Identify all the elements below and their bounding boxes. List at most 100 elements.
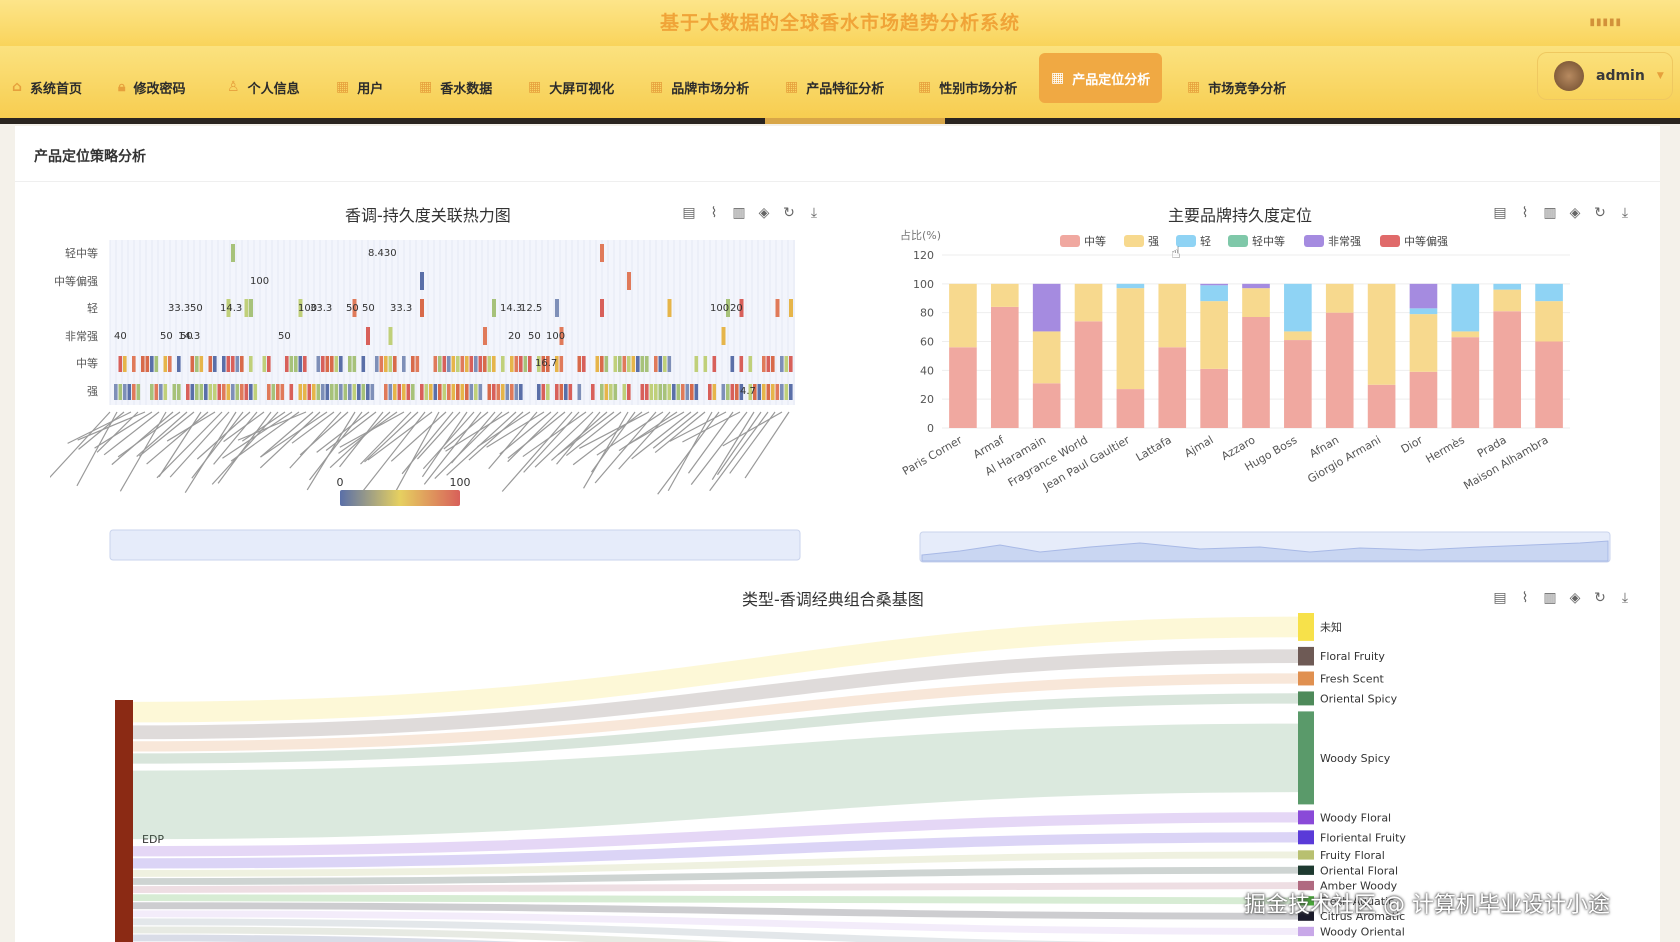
heat-cell	[294, 356, 298, 372]
stack-icon[interactable]: ◈	[757, 205, 771, 221]
nav-home[interactable]: ⌂ 系统首页	[12, 76, 82, 98]
heat-cell	[321, 384, 325, 400]
heatmap-toolbox: ▤ ⌇ ▥ ◈ ↻ ⤓	[682, 205, 821, 221]
heat-cell	[708, 384, 712, 400]
heat-cell	[222, 384, 226, 400]
stack-icon[interactable]: ◈	[1568, 205, 1582, 221]
heat-cell	[618, 356, 622, 372]
sankey-target-node	[1298, 691, 1314, 706]
refresh-icon[interactable]: ↻	[1593, 205, 1607, 221]
nav-product-features[interactable]: ▦ 产品特征分析	[785, 76, 884, 98]
sankey-target-node	[1298, 865, 1314, 875]
document-icon[interactable]: ▤	[682, 205, 696, 221]
chevron-down-icon: ▼	[1656, 71, 1664, 81]
heat-cell	[159, 384, 163, 400]
heat-cell	[456, 356, 460, 372]
heat-cell	[384, 356, 388, 372]
x-tick-label-ink	[422, 411, 475, 470]
heat-value-label: 14.3	[178, 331, 200, 342]
heat-cell	[163, 356, 168, 372]
download-icon[interactable]: ⤓	[807, 205, 821, 221]
heat-cell	[676, 384, 681, 400]
nav-market-competition[interactable]: ▦ 市场竞争分析	[1187, 76, 1286, 98]
line-chart-icon[interactable]: ⌇	[1518, 590, 1532, 606]
page-title: 产品定位策略分析	[34, 149, 146, 165]
bar-segment	[949, 283, 977, 348]
heat-cell	[195, 384, 199, 400]
line-chart-icon[interactable]: ⌇	[707, 205, 721, 221]
heat-cell	[730, 356, 735, 372]
bar-chart-icon[interactable]: ▥	[1543, 205, 1557, 221]
download-icon[interactable]: ⤓	[1618, 205, 1632, 221]
line-chart-icon[interactable]: ⌇	[1518, 205, 1532, 221]
heat-cell	[762, 384, 766, 400]
heat-cell	[361, 356, 366, 372]
nav-perfume-data[interactable]: ▦ 香水数据	[419, 76, 492, 98]
stack-icon[interactable]: ◈	[1568, 590, 1582, 606]
bar-segment	[1242, 288, 1270, 317]
nav-product-positioning[interactable]: ▦ 产品定位分析	[1039, 53, 1163, 103]
grid-icon: ▦	[918, 79, 932, 95]
heat-cell	[775, 299, 780, 317]
nav-profile[interactable]: ♙ 个人信息	[227, 76, 300, 98]
heat-cell	[303, 384, 307, 400]
heat-cell	[541, 384, 546, 400]
heat-cell	[577, 356, 582, 372]
bar-segment	[1367, 384, 1396, 428]
bar-segment	[1242, 283, 1270, 289]
bar-segment	[1284, 283, 1312, 332]
heat-cell	[267, 384, 271, 400]
sankey-target-node	[1298, 646, 1314, 666]
heat-cell	[442, 384, 447, 400]
refresh-icon[interactable]: ↻	[1593, 590, 1607, 606]
bar-segment	[1535, 301, 1563, 342]
bar-chart-icon[interactable]: ▥	[1543, 590, 1557, 606]
bar-chart-icon[interactable]: ▥	[732, 205, 746, 221]
bar-segment	[1116, 288, 1145, 390]
x-tick-label-ink	[50, 411, 111, 479]
sankey-target-label: Floriental Fruity	[1320, 831, 1406, 844]
visual-map-max: 100	[450, 476, 471, 489]
nav-label: 系统首页	[30, 81, 83, 97]
heat-cell	[645, 384, 649, 400]
heat-cell	[235, 384, 240, 400]
document-icon[interactable]: ▤	[1493, 590, 1507, 606]
nav-change-password[interactable]: 🔒︎ 修改密码	[118, 76, 185, 98]
account-menu[interactable]: admin ▼	[1537, 52, 1673, 100]
heat-cell	[681, 384, 685, 400]
heat-cell	[127, 384, 132, 400]
heat-cell	[316, 384, 321, 400]
y-category-label: 轻中等	[65, 246, 98, 260]
heat-cell	[496, 384, 501, 400]
grid-icon: ▦	[650, 79, 664, 95]
nav-big-screen[interactable]: ▦ 大屏可视化	[528, 76, 614, 98]
heat-cell	[672, 384, 676, 400]
heat-cell	[330, 384, 334, 400]
heat-cell	[726, 384, 730, 400]
heat-cell	[123, 384, 127, 400]
heat-cell	[469, 384, 474, 400]
nav-users[interactable]: ▦ 用户	[336, 76, 383, 98]
heat-cell	[663, 384, 667, 400]
document-icon[interactable]: ▤	[1493, 205, 1507, 221]
heat-cell	[253, 384, 258, 400]
heat-cell	[600, 356, 604, 372]
heat-cell	[775, 384, 780, 400]
refresh-icon[interactable]: ↻	[782, 205, 796, 221]
active-indicator	[765, 118, 945, 124]
x-tick-label-ink	[722, 411, 783, 447]
heat-cell	[150, 384, 154, 400]
heat-value-label: 100	[250, 276, 269, 287]
nav-label: 用户	[357, 81, 384, 97]
nav-brand-market[interactable]: ▦ 品牌市场分析	[650, 76, 749, 98]
download-icon[interactable]: ⤓	[1618, 590, 1632, 606]
heat-cell	[118, 356, 123, 372]
heat-cell	[199, 384, 204, 400]
nav-gender-market[interactable]: ▦ 性别市场分析	[918, 76, 1017, 98]
bar-segment	[990, 306, 1019, 428]
heat-cell	[784, 384, 789, 400]
heat-cell	[307, 384, 312, 400]
x-tick-label-ink	[556, 411, 601, 465]
heat-cell	[766, 384, 771, 400]
heat-cell	[136, 384, 141, 400]
